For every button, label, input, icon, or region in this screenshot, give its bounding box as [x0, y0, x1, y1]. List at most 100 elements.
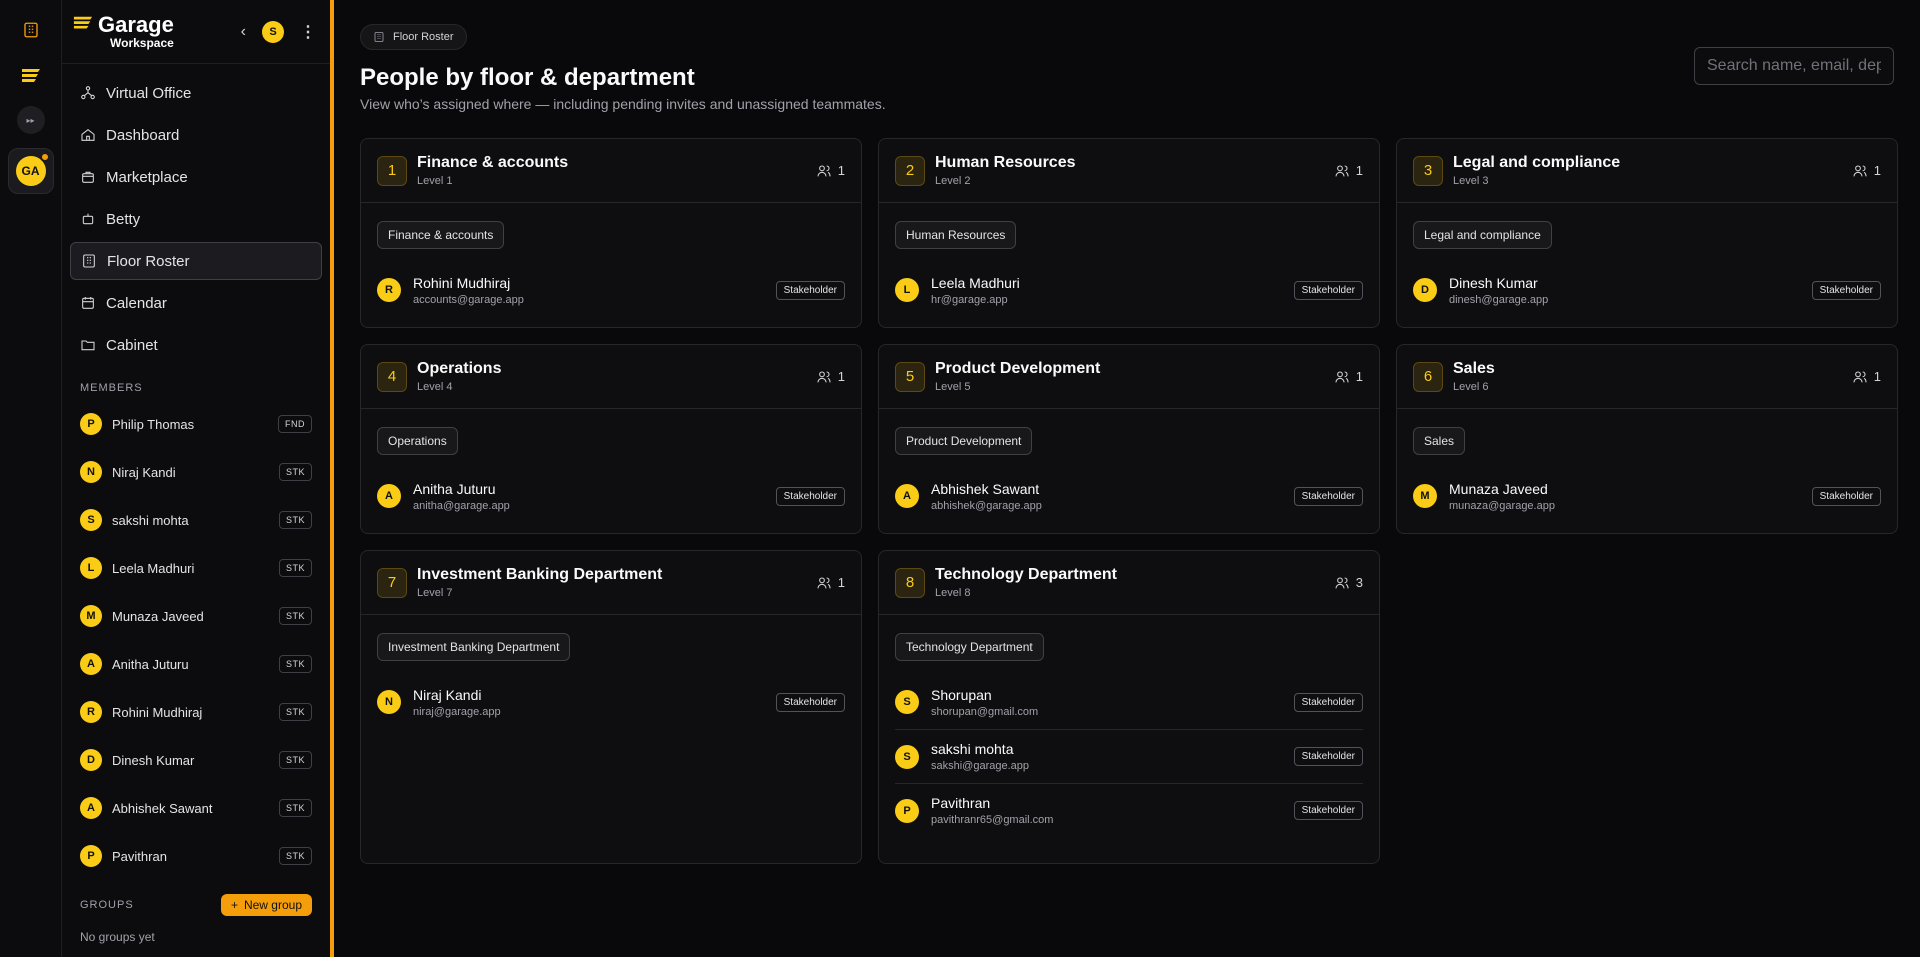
person-row[interactable]: P Pavithran pavithranr65@gmail.com Stakehol…	[895, 783, 1363, 837]
member-name: sakshi mohta	[112, 512, 189, 528]
person-name: Anitha Juturu	[413, 480, 496, 497]
member-item[interactable]: R Rohini Mudhiraj STK	[62, 688, 330, 736]
floor-card-body: Investment Banking Department N Niraj Kand…	[361, 615, 861, 739]
breadcrumb-label: Floor Roster	[393, 31, 454, 43]
person-row[interactable]: Ssakshi mohta sakshi@garage.app Stakeholde…	[895, 729, 1363, 783]
department-chip[interactable]: Operations	[377, 427, 458, 455]
floor-number-badge: 7	[377, 567, 407, 598]
floor-card-header: 7 Investment Banking Department Level 7 1	[361, 551, 861, 615]
person-row[interactable]: A Abhishek Sawant abhishek@garage.app Stake…	[895, 469, 1363, 523]
person-row[interactable]: M Munaza Javeed munaza@garage.app Stakehold…	[1413, 469, 1881, 523]
person-row[interactable]: R Rohini Mudhiraj accounts@garage.app Stake…	[377, 263, 845, 317]
users-icon	[817, 576, 831, 588]
plus-icon: +	[230, 898, 238, 912]
brand[interactable]: Garage Workspace	[72, 13, 174, 50]
floor-card-header: 5 Product Development Level 5 1	[879, 345, 1379, 409]
member-item[interactable]: D Dinesh Kumar STK	[62, 736, 330, 784]
chevron-left-icon[interactable]: ‹	[241, 23, 246, 41]
garage-logo-icon[interactable]	[15, 60, 47, 92]
floor-name: Finance & accounts	[417, 154, 569, 171]
department-chip[interactable]: Legal and compliance	[1413, 221, 1552, 249]
member-item[interactable]: P Pavithran STK	[62, 832, 330, 880]
nav-item-floor-roster[interactable]: Floor Roster	[70, 242, 322, 280]
person-name: Dinesh Kumar	[1449, 274, 1538, 291]
member-count-value: 1	[837, 163, 845, 178]
avatar: S	[895, 744, 919, 769]
floor-level: Level 5	[935, 381, 971, 393]
role-badge: Stakeholder	[1293, 747, 1363, 766]
floor-card-header: 8 Technology Department Level 8 3	[879, 551, 1379, 615]
nav-item-virtual-office[interactable]: Virtual Office	[70, 74, 322, 112]
users-icon	[1335, 370, 1349, 382]
users-icon	[1335, 576, 1349, 588]
members-heading: MEMBERS	[80, 382, 143, 394]
nav-item-calendar[interactable]: Calendar	[70, 284, 322, 322]
floor-card: 4 Operations Level 4 1 Operations A Anitha Jut…	[360, 344, 862, 534]
search-input[interactable]	[1694, 47, 1894, 85]
avatar: D	[80, 749, 102, 771]
person-row[interactable]: L Leela Madhuri hr@garage.app Stakeholder	[895, 263, 1363, 317]
department-chip[interactable]: Finance & accounts	[377, 221, 505, 249]
nav-item-label: Betty	[106, 210, 141, 228]
person-row[interactable]: D Dinesh Kumar dinesh@garage.app Stakeholde…	[1413, 263, 1881, 317]
member-item[interactable]: M Munaza Javeed STK	[62, 592, 330, 640]
member-count-value: 1	[837, 369, 845, 384]
member-count: 1	[1852, 369, 1881, 385]
member-name: Abhishek Sawant	[112, 800, 213, 816]
member-count: 1	[1334, 369, 1363, 385]
floor-card-header: 4 Operations Level 4 1	[361, 345, 861, 409]
floor-card: 2 Human Resources Level 2 1 Human Resources L…	[878, 138, 1380, 328]
floor-level: Level 4	[417, 381, 453, 393]
workspace-switcher[interactable]: GA	[7, 148, 54, 194]
page-subtitle: View who’s assigned where — including pe…	[360, 96, 886, 112]
member-count: 1	[816, 575, 845, 591]
role-badge: Stakeholder	[1811, 486, 1881, 506]
member-count-value: 3	[1355, 575, 1363, 590]
users-icon	[817, 370, 831, 382]
floor-level: Level 8	[935, 587, 971, 599]
member-item[interactable]: Ssakshi mohta STK	[62, 496, 330, 544]
users-icon	[1853, 370, 1867, 382]
member-item[interactable]: A Anitha Juturu STK	[62, 640, 330, 688]
floor-card-header: 6 Sales Level 6 1	[1397, 345, 1897, 409]
department-chip[interactable]: Sales	[1413, 427, 1466, 455]
avatar: A	[895, 484, 919, 508]
department-chip[interactable]: Technology Department	[895, 633, 1044, 661]
nav-item-cabinet[interactable]: Cabinet	[70, 326, 322, 364]
person-email: abhishek@garage.app	[931, 499, 1042, 512]
avatar: N	[377, 690, 401, 714]
user-avatar[interactable]: S	[262, 20, 284, 43]
floor-name: Product Development	[935, 360, 1101, 377]
person-email: anitha@garage.app	[413, 499, 510, 512]
nav-item-label: Marketplace	[106, 168, 188, 186]
breadcrumb[interactable]: Floor Roster	[360, 24, 467, 50]
person-row[interactable]: N Niraj Kandi niraj@garage.app Stakeholder	[377, 675, 845, 729]
department-chip[interactable]: Investment Banking Department	[377, 633, 571, 661]
nav-item-dashboard[interactable]: Dashboard	[70, 116, 322, 154]
avatar: A	[80, 653, 102, 675]
member-name: Philip Thomas	[112, 416, 195, 432]
building-icon[interactable]	[15, 14, 47, 46]
member-count: 1	[816, 163, 845, 179]
groups-header: GROUPS + New group	[62, 894, 330, 916]
main-nav: Virtual Office Dashboard Marketplace Betty F…	[62, 64, 330, 364]
person-row[interactable]: S Shorupan shorupan@gmail.com Stakeholder	[895, 675, 1363, 729]
department-chip[interactable]: Human Resources	[895, 221, 1017, 249]
new-group-button[interactable]: + New group	[220, 894, 312, 916]
calendar-icon	[82, 297, 94, 309]
member-item[interactable]: P Philip Thomas FND	[62, 400, 330, 448]
more-vertical-icon[interactable]: ⋮	[300, 22, 316, 42]
collapse-toggle-icon[interactable]: ▸▸	[16, 106, 45, 134]
folder-icon	[81, 340, 95, 351]
nav-item-betty[interactable]: Betty	[70, 200, 322, 238]
member-item[interactable]: N Niraj Kandi STK	[62, 448, 330, 496]
member-item[interactable]: A Abhishek Sawant STK	[62, 784, 330, 832]
nav-item-marketplace[interactable]: Marketplace	[70, 158, 322, 196]
member-item[interactable]: L Leela Madhuri STK	[62, 544, 330, 592]
members-list: P Philip Thomas FND N Niraj Kandi STK Ssakshi …	[62, 400, 330, 880]
floor-number-badge: 2	[895, 155, 925, 186]
floor-level: Level 3	[1453, 175, 1489, 187]
department-chip[interactable]: Product Development	[895, 427, 1033, 455]
person-row[interactable]: A Anitha Juturu anitha@garage.app Stakehold…	[377, 469, 845, 523]
users-icon	[1335, 164, 1349, 176]
